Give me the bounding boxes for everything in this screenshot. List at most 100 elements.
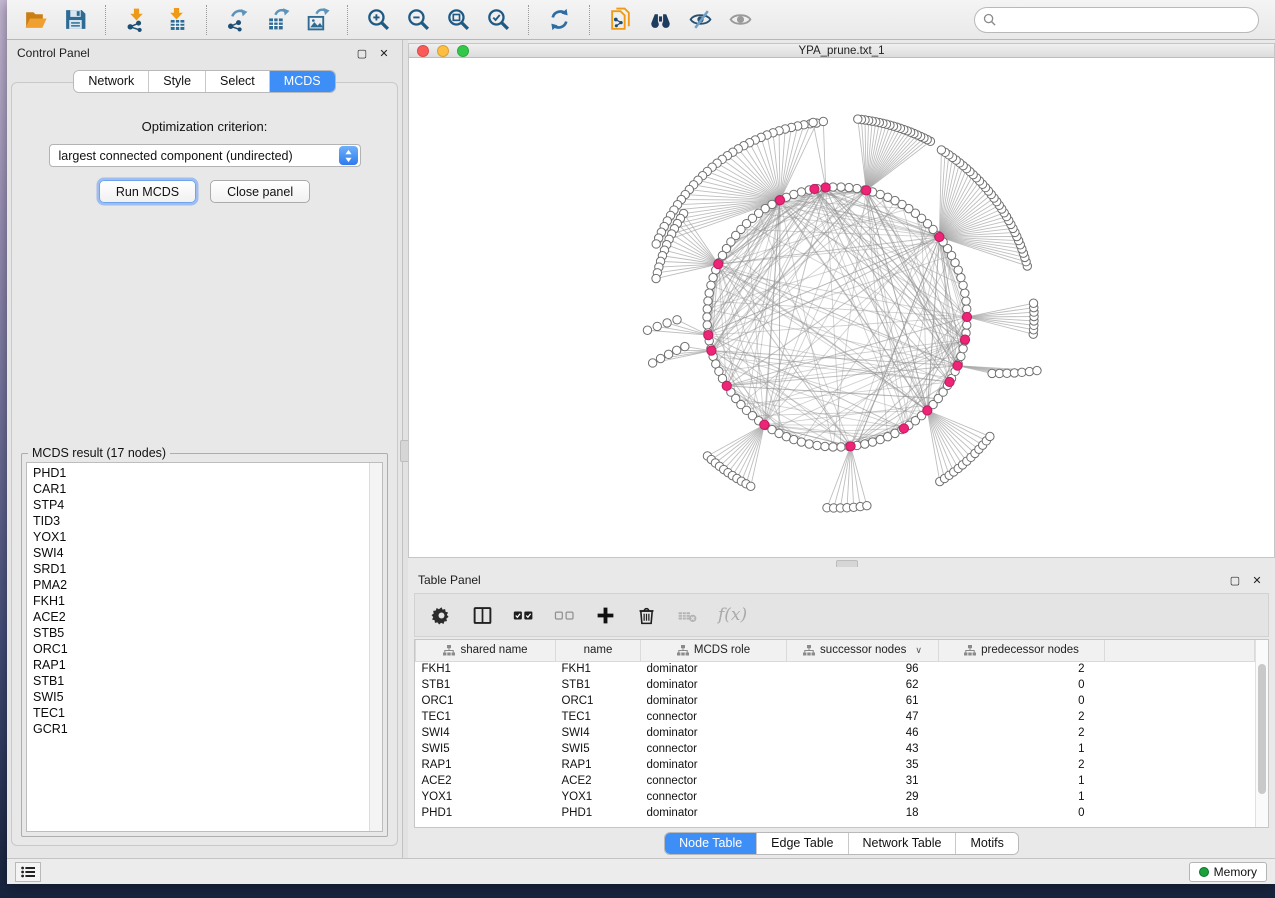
float-panel-icon[interactable]: ▢	[354, 45, 370, 61]
table-panel: Table Panel ▢ ✕ f(x)	[408, 567, 1275, 858]
table-row[interactable]: RAP1RAP1dominator352	[416, 757, 1255, 773]
scrollbar-thumb[interactable]	[1258, 664, 1266, 794]
export-image-icon	[305, 7, 330, 32]
mcds-result-list[interactable]: PHD1 CAR1 STP4 TID3 YOX1 SWI4 SRD1 PMA2 …	[26, 462, 383, 832]
delete-column-icon[interactable]	[636, 605, 657, 626]
zoom-in-icon	[366, 7, 391, 32]
toolbar-separator	[105, 5, 106, 35]
tab-select[interactable]: Select	[205, 71, 269, 92]
search-input[interactable]	[1001, 13, 1250, 27]
table-toolbar: f(x)	[414, 593, 1269, 637]
search-icon	[983, 13, 996, 26]
zoom-selected-button[interactable]	[480, 4, 516, 36]
add-column-icon[interactable]	[595, 605, 616, 626]
horizontal-splitter[interactable]	[408, 558, 1275, 567]
mcds-node[interactable]: STP4	[33, 497, 369, 513]
search-objects-button[interactable]	[642, 4, 678, 36]
zoom-in-button[interactable]	[360, 4, 396, 36]
zoom-selected-icon	[486, 7, 511, 32]
tab-motifs[interactable]: Motifs	[955, 833, 1017, 854]
import-network-button[interactable]	[118, 4, 154, 36]
optimization-criterion-select[interactable]: largest connected component (undirected)	[49, 144, 361, 167]
network-graph[interactable]	[409, 58, 1274, 552]
mcds-node[interactable]: ORC1	[33, 641, 369, 657]
mcds-node[interactable]: TEC1	[33, 705, 369, 721]
zoom-out-icon	[406, 7, 431, 32]
network-window-titlebar[interactable]: YPA_prune.txt_1	[409, 44, 1274, 58]
export-table-button[interactable]	[259, 4, 295, 36]
tab-mcds[interactable]: MCDS	[269, 71, 335, 92]
save-session-button[interactable]	[57, 4, 93, 36]
function-builder-icon-disabled: f(x)	[718, 605, 747, 625]
mcds-node[interactable]: SWI4	[33, 545, 369, 561]
mcds-node[interactable]: RAP1	[33, 657, 369, 673]
column-header-successor-nodes[interactable]: successor nodes∨	[787, 640, 939, 661]
table-row[interactable]: SWI5SWI5connector431	[416, 741, 1255, 757]
export-network-button[interactable]	[219, 4, 255, 36]
tab-style[interactable]: Style	[148, 71, 205, 92]
export-image-button[interactable]	[299, 4, 335, 36]
task-history-button[interactable]	[15, 862, 41, 882]
export-table-icon	[265, 7, 290, 32]
tab-edge-table[interactable]: Edge Table	[756, 833, 847, 854]
table-row[interactable]: PHD1PHD1dominator180	[416, 805, 1255, 821]
close-panel-icon[interactable]: ✕	[376, 45, 392, 61]
mcds-node[interactable]: ACE2	[33, 609, 369, 625]
network-from-file-button[interactable]	[602, 4, 638, 36]
refresh-view-button[interactable]	[541, 4, 577, 36]
table-scrollbar[interactable]	[1255, 640, 1268, 827]
mcds-node[interactable]: PMA2	[33, 577, 369, 593]
binoculars-icon	[648, 7, 673, 32]
table-row[interactable]: TEC1TEC1connector472	[416, 709, 1255, 725]
memory-button[interactable]: Memory	[1189, 862, 1267, 882]
show-column-panel-icon[interactable]	[472, 605, 493, 626]
zoom-fit-button[interactable]	[440, 4, 476, 36]
import-table-icon	[164, 7, 189, 32]
zoom-out-button[interactable]	[400, 4, 436, 36]
table-row[interactable]: STB1STB1dominator620	[416, 677, 1255, 693]
table-row[interactable]: SWI4SWI4dominator462	[416, 725, 1255, 741]
show-all-button[interactable]	[722, 4, 758, 36]
network-canvas[interactable]	[409, 58, 1274, 557]
unselect-all-columns-icon[interactable]	[554, 605, 575, 626]
shared-column-icon	[964, 645, 976, 656]
table-row[interactable]: YOX1YOX1connector291	[416, 789, 1255, 805]
select-all-columns-icon[interactable]	[513, 605, 534, 626]
run-mcds-button[interactable]: Run MCDS	[99, 180, 196, 203]
mcds-node[interactable]: CAR1	[33, 481, 369, 497]
table-header-row: shared name name MCDS role successor nod…	[416, 640, 1255, 661]
network-file-icon	[608, 7, 633, 32]
table-row[interactable]: ORC1ORC1dominator610	[416, 693, 1255, 709]
mcds-node[interactable]: FKH1	[33, 593, 369, 609]
table-row[interactable]: ACE2ACE2connector311	[416, 773, 1255, 789]
column-header-shared-name[interactable]: shared name	[416, 640, 556, 661]
tab-node-table[interactable]: Node Table	[665, 833, 756, 854]
mcds-node[interactable]: STB5	[33, 625, 369, 641]
column-header-name[interactable]: name	[556, 640, 641, 661]
mcds-node[interactable]: PHD1	[33, 465, 369, 481]
tab-network[interactable]: Network	[74, 71, 148, 92]
float-panel-icon[interactable]: ▢	[1227, 572, 1243, 588]
table-row[interactable]: FKH1FKH1dominator962	[416, 661, 1255, 677]
mcds-node[interactable]: GCR1	[33, 721, 369, 737]
mcds-node[interactable]: TID3	[33, 513, 369, 529]
hide-selected-button[interactable]	[682, 4, 718, 36]
column-header-mcds-role[interactable]: MCDS role	[641, 640, 787, 661]
mcds-list-scrollbar[interactable]	[369, 463, 382, 831]
settings-gear-icon[interactable]	[431, 605, 452, 626]
search-box[interactable]	[974, 7, 1259, 33]
column-header-filler	[1105, 640, 1255, 661]
tab-network-table[interactable]: Network Table	[848, 833, 956, 854]
import-table-button[interactable]	[158, 4, 194, 36]
zoom-fit-icon	[446, 7, 471, 32]
mcds-node[interactable]: YOX1	[33, 529, 369, 545]
mcds-node[interactable]: SWI5	[33, 689, 369, 705]
close-panel-button[interactable]: Close panel	[210, 180, 310, 203]
mcds-node[interactable]: SRD1	[33, 561, 369, 577]
open-file-button[interactable]	[17, 4, 53, 36]
column-header-predecessor-nodes[interactable]: predecessor nodes	[939, 640, 1105, 661]
control-panel: Control Panel ▢ ✕ Network Style Select M…	[7, 40, 403, 858]
mcds-node[interactable]: STB1	[33, 673, 369, 689]
close-panel-icon[interactable]: ✕	[1249, 572, 1265, 588]
dropdown-stepper-icon	[339, 146, 358, 165]
